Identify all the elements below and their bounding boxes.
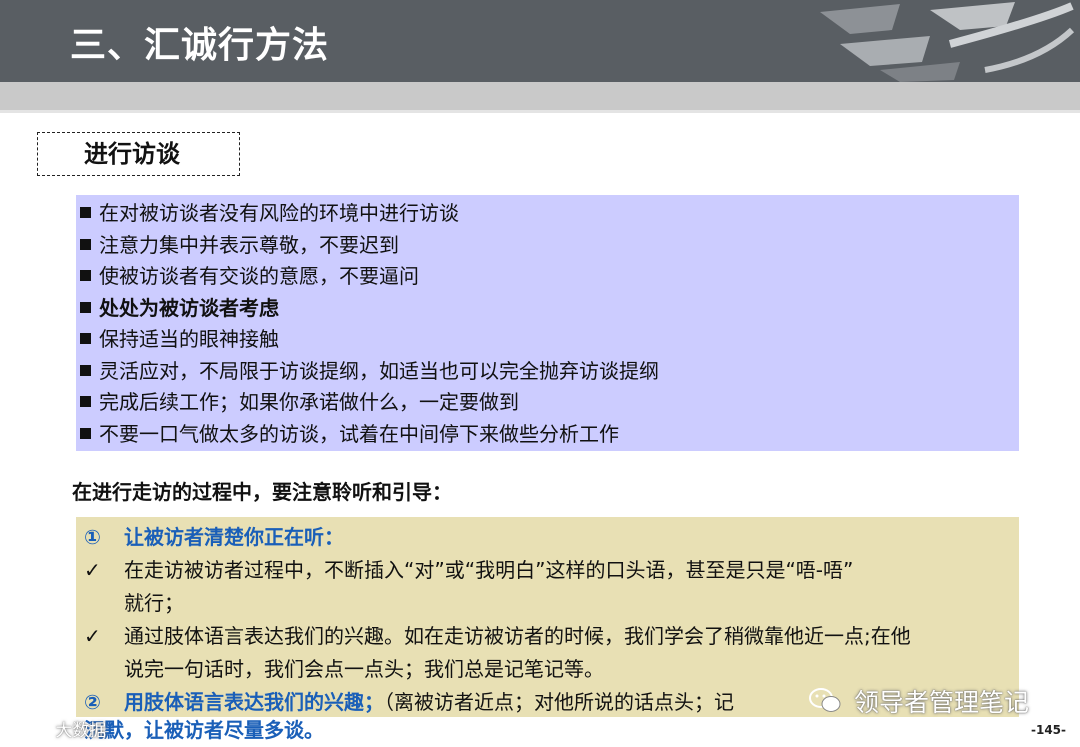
circled-number-2: ② (84, 690, 101, 714)
guide-point-2-detail: （离被访者近点；对他所说的话点头；记 (384, 690, 734, 714)
guide-point-2-head: 用肢体语言表达我们的兴趣； (124, 690, 384, 714)
tip-item: 保持适当的眼神接触 (80, 324, 1019, 356)
watermark-left-text: 大数据 (55, 721, 107, 741)
tip-item: 在对被访谈者没有风险的环境中进行访谈 (80, 198, 1019, 230)
square-bullet-icon (80, 333, 91, 344)
guide-check-1-line1: 在走访被访者过程中，不断插入“对”或“我明白”这样的口头语，甚至是只是“唔-唔” (124, 558, 854, 582)
interview-tips-box: 在对被访谈者没有风险的环境中进行访谈 注意力集中并表示尊敬，不要迟到 使被访谈者… (76, 195, 1019, 451)
guide-point-1-text: 让被访者清楚你正在听： (124, 525, 344, 549)
header-band (0, 82, 1080, 110)
guide-check-1-line2: 就行； (124, 591, 184, 615)
watermark-right: 领导者管理笔记 (808, 683, 1029, 719)
square-bullet-icon (80, 396, 91, 407)
section-title: 进行访谈 (37, 132, 240, 176)
tip-text: 完成后续工作；如果你承诺做什么，一定要做到 (99, 390, 519, 414)
guide-check-2: ✓ 通过肢体语言表达我们的兴趣。如在走访被访者的时候，我们学会了稍微靠他近一点;在… (84, 620, 1019, 653)
tip-text: 使被访谈者有交谈的意愿，不要逼问 (99, 264, 419, 288)
guide-point-3: 沉默，让被访者尽量多谈。 (84, 718, 324, 742)
square-bullet-icon (80, 238, 91, 250)
tip-text: 灵活应对，不局限于访谈提纲，如适当也可以完全抛弃访谈提纲 (99, 358, 659, 383)
tip-text: 不要一口气做太多的访谈，试着在中间停下来做些分析工作 (99, 421, 619, 446)
tip-item: 完成后续工作；如果你承诺做什么，一定要做到 (80, 387, 1019, 419)
tip-text: 处处为被访谈者考虑 (99, 295, 279, 320)
wechat-logo-icon (809, 688, 841, 712)
header-divider (0, 110, 1080, 113)
tip-item: 不要一口气做太多的访谈，试着在中间停下来做些分析工作 (80, 419, 1019, 451)
swoosh-logo-icon (820, 2, 1075, 82)
tip-text: 保持适当的眼神接触 (99, 327, 279, 351)
square-bullet-icon (80, 427, 91, 439)
guide-point-1: ① 让被访者清楚你正在听： (84, 521, 1019, 554)
watermark-right-text: 领导者管理笔记 (853, 688, 1029, 717)
tip-item: 使被访谈者有交谈的意愿，不要逼问 (80, 261, 1019, 293)
square-bullet-icon (80, 207, 91, 218)
tip-item: 处处为被访谈者考虑 (80, 293, 1019, 325)
header-bar: 三、汇诚行方法 (0, 0, 1080, 82)
tip-item: 灵活应对，不局限于访谈提纲，如适当也可以完全抛弃访谈提纲 (80, 356, 1019, 388)
guide-check-2-line2: 说完一句话时，我们会点一点头；我们总是记笔记等。 (124, 657, 604, 681)
guide-check-2-line1: 通过肢体语言表达我们的兴趣。如在走访被访者的时候，我们学会了稍微靠他近一点;在他 (124, 624, 911, 648)
tip-item: 注意力集中并表示尊敬，不要迟到 (80, 230, 1019, 262)
weibo-logo-icon (12, 722, 44, 738)
checkmark-icon: ✓ (84, 624, 101, 648)
square-bullet-icon (80, 301, 91, 313)
guide-check-1: ✓ 在走访被访者过程中，不断插入“对”或“我明白”这样的口头语，甚至是只是“唔-唔… (84, 554, 1019, 587)
square-bullet-icon (80, 270, 91, 281)
checkmark-icon: ✓ (84, 558, 101, 582)
page-number: -145- (1030, 723, 1066, 737)
circled-number-1: ① (84, 525, 101, 549)
watermark-left: 大数据 (10, 716, 106, 741)
listening-guidance-heading: 在进行走访的过程中，要注意聆听和引导： (72, 480, 452, 504)
square-bullet-icon (80, 364, 91, 376)
tip-text: 注意力集中并表示尊敬，不要迟到 (99, 232, 399, 257)
tip-text: 在对被访谈者没有风险的环境中进行访谈 (99, 201, 459, 225)
page-title: 三、汇诚行方法 (70, 25, 330, 66)
